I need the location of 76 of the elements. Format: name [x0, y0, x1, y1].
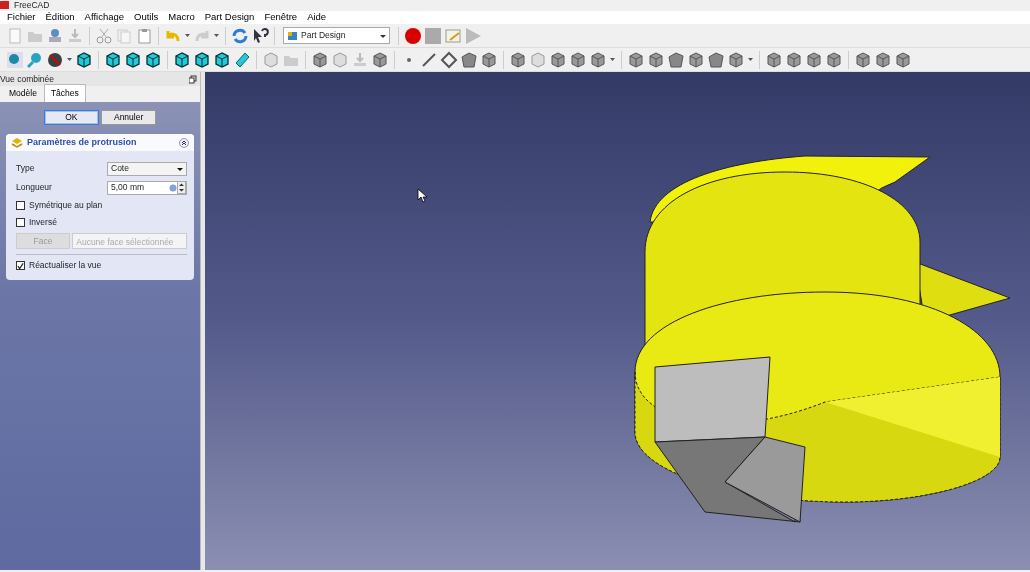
solid-cube-icon[interactable]	[894, 50, 912, 69]
solid-cube-icon[interactable]	[311, 50, 329, 69]
record-icon[interactable]	[404, 26, 422, 45]
workbench-icon	[287, 30, 298, 41]
solid-cube-icon[interactable]	[627, 50, 645, 69]
length-spinbox[interactable]: 5,00 mm	[107, 180, 187, 195]
menu-item[interactable]: Outils	[129, 10, 164, 25]
pointer-question-icon[interactable]	[251, 26, 269, 45]
solid-cube-icon[interactable]	[480, 50, 498, 69]
solid-cube-icon[interactable]	[825, 50, 843, 69]
app-logo-icon	[0, 1, 9, 9]
solid-cube-icon[interactable]	[687, 50, 705, 69]
solid-cube-icon[interactable]	[549, 50, 567, 69]
solid-cube-icon[interactable]	[727, 50, 745, 69]
panel-tab[interactable]: Modèle	[2, 84, 44, 102]
mouse-cursor-icon	[417, 188, 428, 203]
layers-icon	[11, 137, 23, 148]
3d-viewport[interactable]	[205, 72, 1030, 570]
diamond-icon[interactable]	[440, 50, 458, 69]
solid-cube-icon[interactable]	[647, 50, 665, 69]
draw-style-icon[interactable]	[46, 50, 64, 69]
field-label: Type	[16, 162, 35, 175]
refresh-icon[interactable]	[231, 26, 249, 45]
cube-icon[interactable]	[75, 50, 93, 69]
dialog-button[interactable]: OK	[43, 110, 99, 125]
solid-cube-icon[interactable]	[589, 50, 607, 69]
checkbox[interactable]	[16, 261, 25, 270]
solid-cube-icon[interactable]	[854, 50, 872, 69]
menu-item[interactable]: Édition	[40, 10, 80, 25]
undock-icon[interactable]	[189, 74, 197, 84]
paste-icon[interactable]	[135, 26, 153, 45]
cube-icon[interactable]	[213, 50, 231, 69]
checkbox-label: Réactualiser la vue	[29, 259, 102, 272]
type-dropdown[interactable]: Cote	[107, 161, 187, 176]
checkbox-label: Symétrique au plan	[29, 199, 103, 212]
menu-item[interactable]: Part Design	[199, 10, 260, 25]
checkbox[interactable]	[16, 201, 25, 210]
menu-item[interactable]: Fenêtre	[259, 10, 303, 25]
field-label: Longueur	[16, 181, 52, 194]
dropdown-caret-icon	[177, 165, 183, 172]
zoom-fit-icon[interactable]	[6, 50, 24, 69]
solid-cube-icon[interactable]	[509, 50, 527, 69]
window-title: FreeCAD	[14, 0, 50, 10]
menu-item[interactable]: Fichier	[2, 10, 41, 25]
solid-cube-icon[interactable]	[785, 50, 803, 69]
cube-icon[interactable]	[193, 50, 211, 69]
check-icon	[17, 261, 24, 270]
solid-cube-icon[interactable]	[569, 50, 587, 69]
cube-icon[interactable]	[104, 50, 122, 69]
collapse-chevron-icon[interactable]	[179, 137, 189, 148]
menu-item[interactable]: Macro	[163, 10, 200, 25]
save-icon[interactable]	[46, 26, 64, 45]
menu-item[interactable]: Aide	[302, 10, 332, 25]
panel-title: Vue combinée	[0, 72, 55, 86]
ruler-icon[interactable]	[233, 50, 251, 69]
solid-cube-icon[interactable]	[765, 50, 783, 69]
panel-tab[interactable]: Tâches	[43, 84, 86, 102]
spin-arrows-icon[interactable]	[177, 181, 186, 194]
checkbox-label: Inversé	[29, 216, 57, 229]
solid-shape-icon[interactable]	[707, 50, 725, 69]
cube-icon[interactable]	[124, 50, 142, 69]
expression-icon	[169, 183, 177, 192]
line-icon[interactable]	[420, 50, 438, 69]
workbench-selector[interactable]: Part Design	[283, 27, 390, 44]
solid-shape-icon[interactable]	[460, 50, 478, 69]
solid-cube-icon[interactable]	[805, 50, 823, 69]
solid-cube-icon[interactable]	[371, 50, 389, 69]
dialog-button[interactable]: Annuler	[101, 110, 157, 125]
menu-item[interactable]: Affichage	[79, 10, 130, 25]
cube-icon[interactable]	[144, 50, 162, 69]
cube-icon[interactable]	[173, 50, 191, 69]
task-title: Paramètres de protrusion	[27, 135, 138, 149]
solid-shape-icon[interactable]	[667, 50, 685, 69]
solid-cube-icon[interactable]	[874, 50, 892, 69]
workbench-label: Part Design	[301, 29, 347, 42]
checkbox[interactable]	[16, 218, 25, 227]
